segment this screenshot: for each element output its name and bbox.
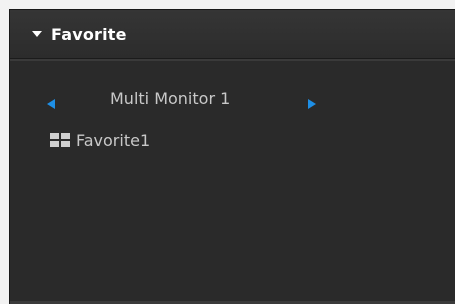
arrow-left-icon[interactable] (46, 95, 56, 109)
favorite-item[interactable]: Favorite1 (50, 129, 150, 151)
monitor-label: Multi Monitor 1 (110, 89, 231, 108)
panel-title: Favorite (51, 24, 127, 44)
arrow-right-icon[interactable] (307, 95, 317, 109)
favorite-item-label: Favorite1 (76, 130, 151, 150)
panel-body: Multi Monitor 1 Favorite1 (10, 61, 455, 304)
monitor-navigator: Multi Monitor 1 (10, 88, 455, 112)
layout-grid-icon (50, 133, 70, 147)
triangle-down-icon[interactable] (31, 28, 43, 40)
panel-header[interactable]: Favorite (10, 10, 455, 59)
favorite-panel: Favorite Multi Monitor 1 Favorite1 (9, 9, 455, 304)
